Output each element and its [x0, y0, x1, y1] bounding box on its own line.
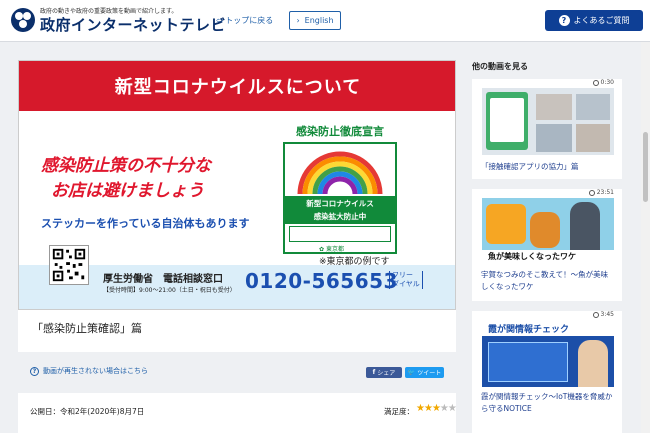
facebook-share-button[interactable]: f シェア [366, 367, 402, 378]
clock-icon [592, 79, 599, 86]
duration-value: 23:51 [596, 189, 614, 196]
star-icon: ★ [439, 403, 449, 414]
playback-help-label: 動画が再生されない場合はこちら [43, 367, 148, 375]
video-thumbnail[interactable]: 霞が関情報チェック [482, 320, 614, 387]
contact-hours: 【受付時間】9:00〜21:00（土日・祝日も受付） [103, 287, 236, 294]
faq-button[interactable]: ? よくあるご質問 [545, 10, 643, 31]
duration-value: 3:45 [600, 311, 614, 318]
rating-label: 満足度： [384, 407, 414, 416]
qr-code-icon [49, 245, 89, 285]
duration-badge: 23:51 [588, 189, 614, 196]
video-thumbnail[interactable] [482, 88, 614, 155]
video-banner: 新型コロナウイルスについて [19, 61, 455, 111]
sidebar-video-item[interactable]: 0:30 「接触確認アプリの協力」篇 [472, 79, 622, 179]
sticker-heading: 感染防止徹底宣言 [296, 125, 384, 138]
help-icon: ? [30, 366, 39, 376]
government-logo-icon[interactable] [10, 7, 36, 33]
publish-date: 公開日：令和2年(2020年)8月7日 [30, 407, 145, 416]
rating-stars: ★★★★★ [416, 403, 457, 414]
video-message-line2: お店は避けましょう [51, 181, 204, 201]
video-message-line1: 感染防止策の不十分な [41, 156, 211, 176]
faq-label: よくあるご質問 [573, 16, 630, 25]
question-icon: ? [558, 15, 570, 26]
duration-badge: 3:45 [592, 311, 614, 318]
english-label: English [304, 16, 334, 25]
sticker-example: 感染防止徹底宣言 新型コロナウイルス 感染拡大防止中 ✿ 東京都 [283, 123, 397, 254]
free-dial-label: フリー ダイヤル [389, 271, 423, 289]
ministry-contact: 厚生労働省 電話相談窓口 [103, 274, 223, 285]
english-button[interactable]: › English [289, 11, 341, 30]
sticker-tokyo-mark: ✿ 東京都 [319, 244, 344, 253]
video-message-line3: ステッカーを作っている自治体もあります [41, 217, 250, 230]
site-header: 政府の動きや政府の重要政策を動画で紹介します。 政府インターネットテレビ ⇦ ト… [0, 0, 650, 42]
video-thumbnail[interactable]: 魚が美味しくなったワケ [482, 198, 614, 265]
back-arrow-icon: ⇦ [216, 16, 223, 25]
info-card: 公開日：令和2年(2020年)8月7日 満足度： ★★★★★ [18, 393, 457, 433]
sticker-name-field [289, 226, 391, 242]
clock-icon [588, 189, 595, 196]
sidebar-video-caption[interactable]: 宇賀なつみのそこ教えて！～魚が美味しくなったワケ [481, 269, 615, 293]
twitter-share-label: ツイート [417, 370, 442, 377]
sticker-green-band: 新型コロナウイルス 感染拡大防止中 [285, 196, 395, 224]
star-icon: ★ [447, 403, 457, 414]
video-title: 「感染防止策確認」篇 [32, 322, 142, 335]
sidebar-video-caption[interactable]: 「接触確認アプリの協力」篇 [481, 161, 615, 173]
sticker-tokyo-label: 東京都 [325, 246, 344, 253]
scrollbar-thumb[interactable] [643, 132, 648, 202]
twitter-share-button[interactable]: 🐦 ツイート [405, 367, 444, 378]
sidebar-video-item[interactable]: 3:45 霞が関情報チェック 霞が関情報チェック～IoT機器を脅威から守るNOT… [472, 311, 622, 433]
rainbow-icon [297, 151, 383, 195]
thumbnail-caption: 霞が関情報チェック [488, 325, 570, 335]
facebook-share-label: シェア [377, 370, 396, 377]
tokyo-emblem-icon: ✿ [319, 246, 325, 253]
playback-help-link[interactable]: ? 動画が再生されない場合はこちら [30, 366, 148, 376]
sidebar-video-caption[interactable]: 霞が関情報チェック～IoT機器を脅威から守るNOTICE [481, 391, 615, 415]
sticker-box: 新型コロナウイルス 感染拡大防止中 ✿ 東京都 [283, 142, 397, 254]
site-name[interactable]: 政府インターネットテレビ [40, 14, 226, 35]
clock-icon [592, 311, 599, 318]
sidebar-title: 他の動画を見る [472, 62, 528, 71]
star-icon: ★ [423, 403, 433, 414]
page-scrollbar[interactable] [641, 42, 650, 433]
chevron-right-icon: › [296, 16, 300, 25]
star-icon: ★ [431, 403, 441, 414]
twitter-icon: 🐦 [407, 369, 416, 376]
sticker-band-text: 新型コロナウイルス 感染拡大防止中 [306, 199, 374, 221]
duration-badge: 0:30 [592, 79, 614, 86]
facebook-icon: f [372, 369, 376, 376]
phone-number: 0120-565653 [245, 269, 398, 293]
duration-value: 0:30 [600, 79, 614, 86]
back-to-top-label: トップに戻る [225, 16, 274, 25]
thumbnail-caption: 魚が美味しくなったワケ [488, 252, 576, 261]
star-icon: ★ [416, 403, 425, 414]
video-card: 新型コロナウイルスについて 感染防止策の不十分な お店は避けましょう ステッカー… [18, 60, 456, 352]
video-player[interactable]: 新型コロナウイルスについて 感染防止策の不十分な お店は避けましょう ステッカー… [18, 60, 456, 310]
back-to-top-link[interactable]: ⇦ トップに戻る [216, 15, 273, 26]
sidebar-video-item[interactable]: 23:51 魚が美味しくなったワケ 宇賀なつみのそこ教えて！～魚が美味しくなった… [472, 189, 622, 301]
